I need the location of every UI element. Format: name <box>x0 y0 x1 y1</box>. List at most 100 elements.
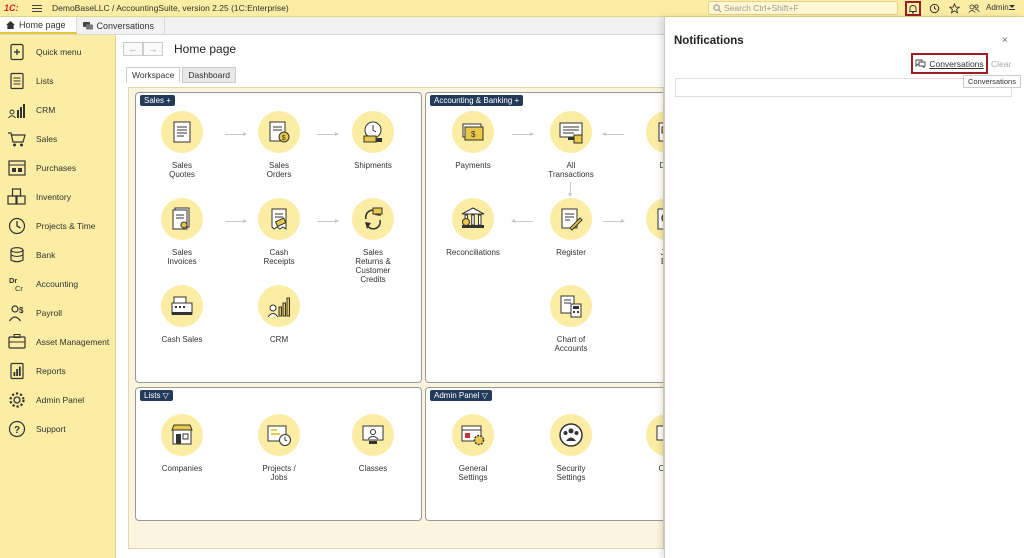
sidebar-item-label: Quick menu <box>36 46 82 57</box>
general-settings-tile[interactable]: General Settings <box>438 414 508 482</box>
accounting-panel-tag[interactable]: Accounting & Banking + <box>430 95 524 106</box>
main-menu-icon[interactable] <box>32 4 42 12</box>
sidebar-item-inventory[interactable]: Inventory <box>0 182 116 211</box>
clear-button[interactable]: Clear <box>991 59 1011 69</box>
back-arrow-icon[interactable]: ← <box>123 42 143 56</box>
cash-receipts-tile[interactable]: Cash Receipts <box>244 198 314 266</box>
tile-label: Projects / Jobs <box>262 464 296 482</box>
tile-label: Companies <box>161 464 203 473</box>
sidebar-item-lists[interactable]: Lists <box>0 66 116 95</box>
quick-menu-icon <box>7 42 27 62</box>
tile-label: Sales Invoices <box>167 248 197 266</box>
conversations-icon <box>915 59 926 68</box>
inventory-icon <box>7 187 27 207</box>
support-icon: ? <box>7 419 27 439</box>
sidebar-item-bank[interactable]: Bank <box>0 240 116 269</box>
tile-label: Security Settings <box>556 464 586 482</box>
sales-invoices-icon <box>161 198 203 240</box>
forward-arrow-icon[interactable]: → <box>143 42 163 56</box>
tile-label: General Settings <box>458 464 488 482</box>
tab-conversations[interactable]: Conversations <box>77 17 166 34</box>
tab-label: Home page <box>19 19 66 30</box>
conversations-button-label: Conversations <box>929 58 984 69</box>
notifications-title: Notifications <box>674 35 744 47</box>
tab-home-page[interactable]: Home page <box>0 17 77 34</box>
page-title: Home page <box>174 42 237 56</box>
accounting-banking-panel: Accounting & Banking + $ Payments All Tr… <box>425 92 663 383</box>
sidebar-item-projects-time[interactable]: Projects & Time <box>0 211 116 240</box>
sales-invoices-tile[interactable]: Sales Invoices <box>147 198 217 266</box>
crm-icon <box>7 100 27 120</box>
crm-chart-icon <box>258 285 300 327</box>
accounting-icon: Dr Cr <box>7 274 27 294</box>
sidebar-item-support[interactable]: ? Support <box>0 414 116 443</box>
sales-quotes-tile[interactable]: Sales Quotes <box>147 111 217 179</box>
sidebar-item-label: Inventory <box>36 191 71 202</box>
journal-entries-tile[interactable]: Jou Ent <box>632 198 663 266</box>
close-icon[interactable]: × <box>1002 35 1008 46</box>
company-info-tile[interactable]: Com In <box>632 414 663 482</box>
admin-panel-tag[interactable]: Admin Panel ▽ <box>430 390 492 401</box>
sidebar-item-payroll[interactable]: $ Payroll <box>0 298 116 327</box>
tab-workspace[interactable]: Workspace <box>126 67 181 83</box>
projects-time-icon <box>7 216 27 236</box>
main-content: ← → Home page Workspace Dashboard Sales … <box>116 35 664 558</box>
register-tile[interactable]: Register <box>536 198 606 257</box>
conversations-icon <box>82 21 93 29</box>
tile-label: Cash Sales <box>161 335 203 344</box>
tile-label: Chart of Accounts <box>554 335 588 353</box>
sales-returns-tile[interactable]: Sales Returns & Customer Credits <box>338 198 408 284</box>
crm-tile[interactable]: CRM <box>244 285 314 344</box>
users-icon[interactable] <box>966 1 982 16</box>
deposits-tile[interactable]: Dep <box>632 111 663 170</box>
home-icon <box>6 20 15 29</box>
sidebar-item-accounting[interactable]: Dr Cr Accounting <box>0 269 116 298</box>
tile-label: Classes <box>358 464 388 473</box>
cash-sales-tile[interactable]: Cash Sales <box>147 285 217 344</box>
deposits-icon <box>646 111 663 153</box>
security-settings-icon <box>550 414 592 456</box>
reconciliations-tile[interactable]: Reconciliations <box>438 198 508 257</box>
sales-panel-tag[interactable]: Sales + <box>140 95 175 106</box>
sidebar-item-sales[interactable]: Sales <box>0 124 116 153</box>
sales-orders-tile[interactable]: $ Sales Orders <box>244 111 314 179</box>
notifications-bell-icon[interactable] <box>905 1 921 16</box>
tab-dashboard[interactable]: Dashboard <box>182 67 236 83</box>
sidebar-item-asset-management[interactable]: Asset Management <box>0 327 116 356</box>
history-icon[interactable] <box>926 1 942 16</box>
companies-tile[interactable]: Companies <box>147 414 217 473</box>
favorites-star-icon[interactable] <box>946 1 962 16</box>
sidebar-item-label: CRM <box>36 104 56 115</box>
classes-tile[interactable]: Classes <box>338 414 408 473</box>
purchases-icon <box>7 158 27 178</box>
cash-register-icon <box>161 285 203 327</box>
shipments-tile[interactable]: Shipments <box>338 111 408 170</box>
search-placeholder: Search Ctrl+Shift+F <box>724 3 799 13</box>
svg-text:Cr: Cr <box>15 284 23 293</box>
tile-label: CRM <box>269 335 289 344</box>
sidebar-item-label: Projects & Time <box>36 220 96 231</box>
security-settings-tile[interactable]: Security Settings <box>536 414 606 482</box>
sidebar-item-reports[interactable]: Reports <box>0 356 116 385</box>
user-name[interactable]: Admin <box>986 3 1009 12</box>
svg-text:$: $ <box>19 306 24 315</box>
search-input[interactable]: Search Ctrl+Shift+F <box>708 1 898 15</box>
user-menu-chevron-icon[interactable] <box>1008 2 1016 13</box>
sidebar-item-label: Payroll <box>36 307 62 318</box>
sidebar-item-admin-panel[interactable]: Admin Panel <box>0 385 116 414</box>
sidebar-item-crm[interactable]: CRM <box>0 95 116 124</box>
lists-panel-tag[interactable]: Lists ▽ <box>140 390 173 401</box>
chart-of-accounts-tile[interactable]: Chart of Accounts <box>536 285 606 353</box>
all-transactions-icon <box>550 111 592 153</box>
payments-tile[interactable]: $ Payments <box>438 111 508 170</box>
all-transactions-tile[interactable]: All Transactions <box>536 111 606 179</box>
reports-icon <box>7 361 27 381</box>
sales-icon <box>7 129 27 149</box>
reconciliations-icon <box>452 198 494 240</box>
conversations-button[interactable]: Conversations <box>911 53 988 74</box>
sidebar-item-quick-menu[interactable]: Quick menu <box>0 37 116 66</box>
sidebar-item-purchases[interactable]: Purchases <box>0 153 116 182</box>
admin-panel-icon <box>7 390 27 410</box>
notifications-list <box>675 78 1012 97</box>
projects-jobs-tile[interactable]: Projects / Jobs <box>244 414 314 482</box>
